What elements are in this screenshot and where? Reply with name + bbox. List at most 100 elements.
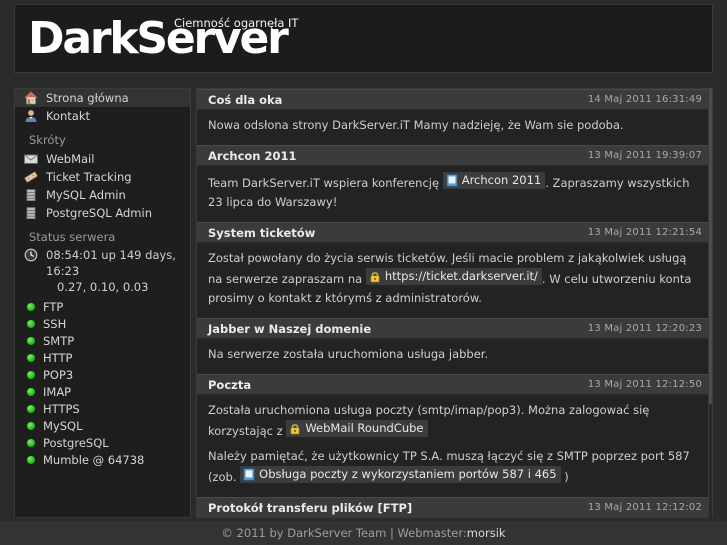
ticket-icon bbox=[23, 169, 39, 185]
article-title[interactable]: Poczta bbox=[208, 378, 251, 392]
article-paragraph: Należy pamiętać, że użytkownicy TP S.A. … bbox=[208, 447, 698, 487]
article-header: Protokół transferu plików [FTP] 13 Maj 2… bbox=[197, 497, 712, 517]
sidebar-item-mysql-admin[interactable]: MySQL Admin bbox=[15, 186, 190, 204]
sidebar-section-status: Status serwera bbox=[29, 230, 116, 244]
sidebar-item-ticket-tracking[interactable]: Ticket Tracking bbox=[15, 168, 190, 186]
service-label: SSH bbox=[43, 316, 67, 331]
news-article: System ticketów 13 Maj 2011 12:21:54 Zos… bbox=[197, 222, 712, 318]
document-icon bbox=[243, 468, 255, 481]
load-average: 0.27, 0.10, 0.03 bbox=[57, 280, 149, 294]
service-row-ssh: SSH bbox=[15, 315, 190, 332]
article-paragraph: Nowa odsłona strony DarkServer.iT Mamy n… bbox=[208, 118, 624, 132]
inline-link-label: WebMail RoundCube bbox=[305, 421, 424, 435]
status-dot-icon bbox=[27, 302, 35, 311]
article-title[interactable]: Jabber w Naszej domenie bbox=[208, 322, 371, 336]
document-icon bbox=[446, 174, 458, 187]
user-icon bbox=[23, 108, 39, 124]
logo-tagline: Ciemność ogarnęła IT bbox=[174, 16, 299, 30]
news-article: Poczta 13 Maj 2011 12:12:50 Została uruc… bbox=[197, 374, 712, 497]
site-footer: © 2011 by DarkServer Team | Webmaster: m… bbox=[0, 521, 727, 545]
news-article: Protokół transferu plików [FTP] 13 Maj 2… bbox=[197, 497, 712, 517]
article-body: Został powołany do życia serwis ticketów… bbox=[197, 243, 712, 318]
sidebar-item-postgresql-admin[interactable]: PostgreSQL Admin bbox=[15, 204, 190, 222]
inline-link-ticket-url[interactable]: https://ticket.darkserver.it/ bbox=[365, 268, 542, 285]
sidebar-item-label: PostgreSQL Admin bbox=[46, 206, 152, 220]
inline-link-webmail-roundcube[interactable]: WebMail RoundCube bbox=[286, 420, 428, 437]
article-body: Na serwerze została uruchomiona usługa j… bbox=[197, 339, 712, 374]
status-dot-icon bbox=[27, 387, 35, 396]
article-title[interactable]: System ticketów bbox=[208, 226, 315, 240]
page-root: DarkServer Ciemność ogarnęła IT Strona g… bbox=[0, 0, 727, 545]
service-row-mysql: MySQL bbox=[15, 417, 190, 434]
paragraph-text-before: Została uruchomiona usługa poczty (smtp/… bbox=[208, 403, 650, 438]
status-dot-icon bbox=[27, 455, 35, 464]
inline-link-label: Archcon 2011 bbox=[461, 173, 542, 187]
article-paragraph: Team DarkServer.iT wspiera konferencję A… bbox=[208, 172, 698, 212]
status-dot-icon bbox=[27, 421, 35, 430]
database-icon bbox=[23, 187, 39, 203]
news-article: Coś dla oka 14 Maj 2011 16:31:49 Nowa od… bbox=[197, 89, 712, 145]
inline-link-label: https://ticket.darkserver.it/ bbox=[384, 269, 538, 283]
article-paragraph: Został powołany do życia serwis ticketów… bbox=[208, 249, 698, 308]
scrollbar-thumb[interactable] bbox=[709, 88, 712, 404]
article-title[interactable]: Protokół transferu plików [FTP] bbox=[208, 501, 412, 515]
status-dot-icon bbox=[27, 370, 35, 379]
service-row-pop3: POP3 bbox=[15, 366, 190, 383]
service-label: HTTP bbox=[43, 350, 73, 365]
sidebar-item-label: Ticket Tracking bbox=[46, 170, 132, 184]
content-scrollbar[interactable] bbox=[708, 88, 713, 518]
service-row-ftp: FTP bbox=[15, 298, 190, 315]
site-logo[interactable]: DarkServer Ciemność ogarnęła IT bbox=[28, 11, 448, 67]
home-icon bbox=[23, 90, 39, 106]
article-body: Została uruchomiona usługa poczty (smtp/… bbox=[197, 395, 712, 497]
news-list: Coś dla oka 14 Maj 2011 16:31:49 Nowa od… bbox=[196, 88, 713, 518]
article-header: System ticketów 13 Maj 2011 12:21:54 bbox=[197, 222, 712, 243]
server-uptime: 08:54:01 up 149 days, 16:23 bbox=[15, 247, 190, 279]
service-label: PostgreSQL bbox=[43, 435, 109, 450]
inline-link-label: Obsługa poczty z wykorzystaniem portów 5… bbox=[259, 467, 557, 481]
service-row-http: HTTP bbox=[15, 349, 190, 366]
news-article: Jabber w Naszej domenie 13 Maj 2011 12:2… bbox=[197, 318, 712, 374]
status-dot-icon bbox=[27, 404, 35, 413]
article-title[interactable]: Coś dla oka bbox=[208, 93, 282, 107]
sidebar-item-webmail[interactable]: WebMail bbox=[15, 150, 190, 168]
logo-dark-part: Dark bbox=[28, 13, 139, 64]
article-date: 13 Maj 2011 12:20:23 bbox=[587, 323, 702, 334]
service-label: IMAP bbox=[43, 384, 72, 399]
article-title[interactable]: Archcon 2011 bbox=[208, 149, 297, 163]
article-header: Coś dla oka 14 Maj 2011 16:31:49 bbox=[197, 89, 712, 110]
service-label: HTTPS bbox=[43, 401, 80, 416]
inline-link-smtp-ports[interactable]: Obsługa poczty z wykorzystaniem portów 5… bbox=[240, 466, 561, 483]
sidebar-item-kontakt[interactable]: Kontakt bbox=[15, 107, 190, 125]
footer-webmaster-link[interactable]: morsik bbox=[467, 526, 506, 540]
site-header: DarkServer Ciemność ogarnęła IT bbox=[14, 4, 713, 73]
article-paragraph: Na serwerze została uruchomiona usługa j… bbox=[208, 347, 489, 361]
article-header: Poczta 13 Maj 2011 12:12:50 bbox=[197, 374, 712, 395]
clock-icon bbox=[23, 247, 39, 263]
service-row-postgresql: PostgreSQL bbox=[15, 434, 190, 451]
lock-icon bbox=[289, 422, 301, 435]
envelope-icon bbox=[23, 151, 39, 167]
status-dot-icon bbox=[27, 319, 35, 328]
service-row-imap: IMAP bbox=[15, 383, 190, 400]
service-row-smtp: SMTP bbox=[15, 332, 190, 349]
article-date: 13 Maj 2011 19:39:07 bbox=[587, 150, 702, 161]
news-article: Archcon 2011 13 Maj 2011 19:39:07 Team D… bbox=[197, 145, 712, 222]
lock-icon bbox=[369, 270, 381, 283]
database-icon bbox=[23, 205, 39, 221]
sidebar-item-label: WebMail bbox=[46, 152, 95, 166]
paragraph-text-after: ) bbox=[560, 470, 569, 484]
sidebar-item-label: Strona główna bbox=[46, 91, 129, 105]
service-label: SMTP bbox=[43, 333, 75, 348]
sidebar-section-shortcuts: Skróty bbox=[29, 133, 66, 147]
sidebar: Strona główna Kontakt Skróty WebMail Tic… bbox=[14, 88, 191, 518]
status-dot-icon bbox=[27, 353, 35, 362]
sidebar-item-strona-glowna[interactable]: Strona główna bbox=[15, 89, 190, 107]
inline-link-archcon[interactable]: Archcon 2011 bbox=[442, 172, 546, 189]
sidebar-item-label: MySQL Admin bbox=[46, 188, 126, 202]
article-header: Jabber w Naszej domenie 13 Maj 2011 12:2… bbox=[197, 318, 712, 339]
article-date: 13 Maj 2011 12:12:02 bbox=[587, 502, 702, 513]
article-date: 13 Maj 2011 12:12:50 bbox=[587, 379, 702, 390]
service-label: POP3 bbox=[43, 367, 74, 382]
service-row-https: HTTPS bbox=[15, 400, 190, 417]
